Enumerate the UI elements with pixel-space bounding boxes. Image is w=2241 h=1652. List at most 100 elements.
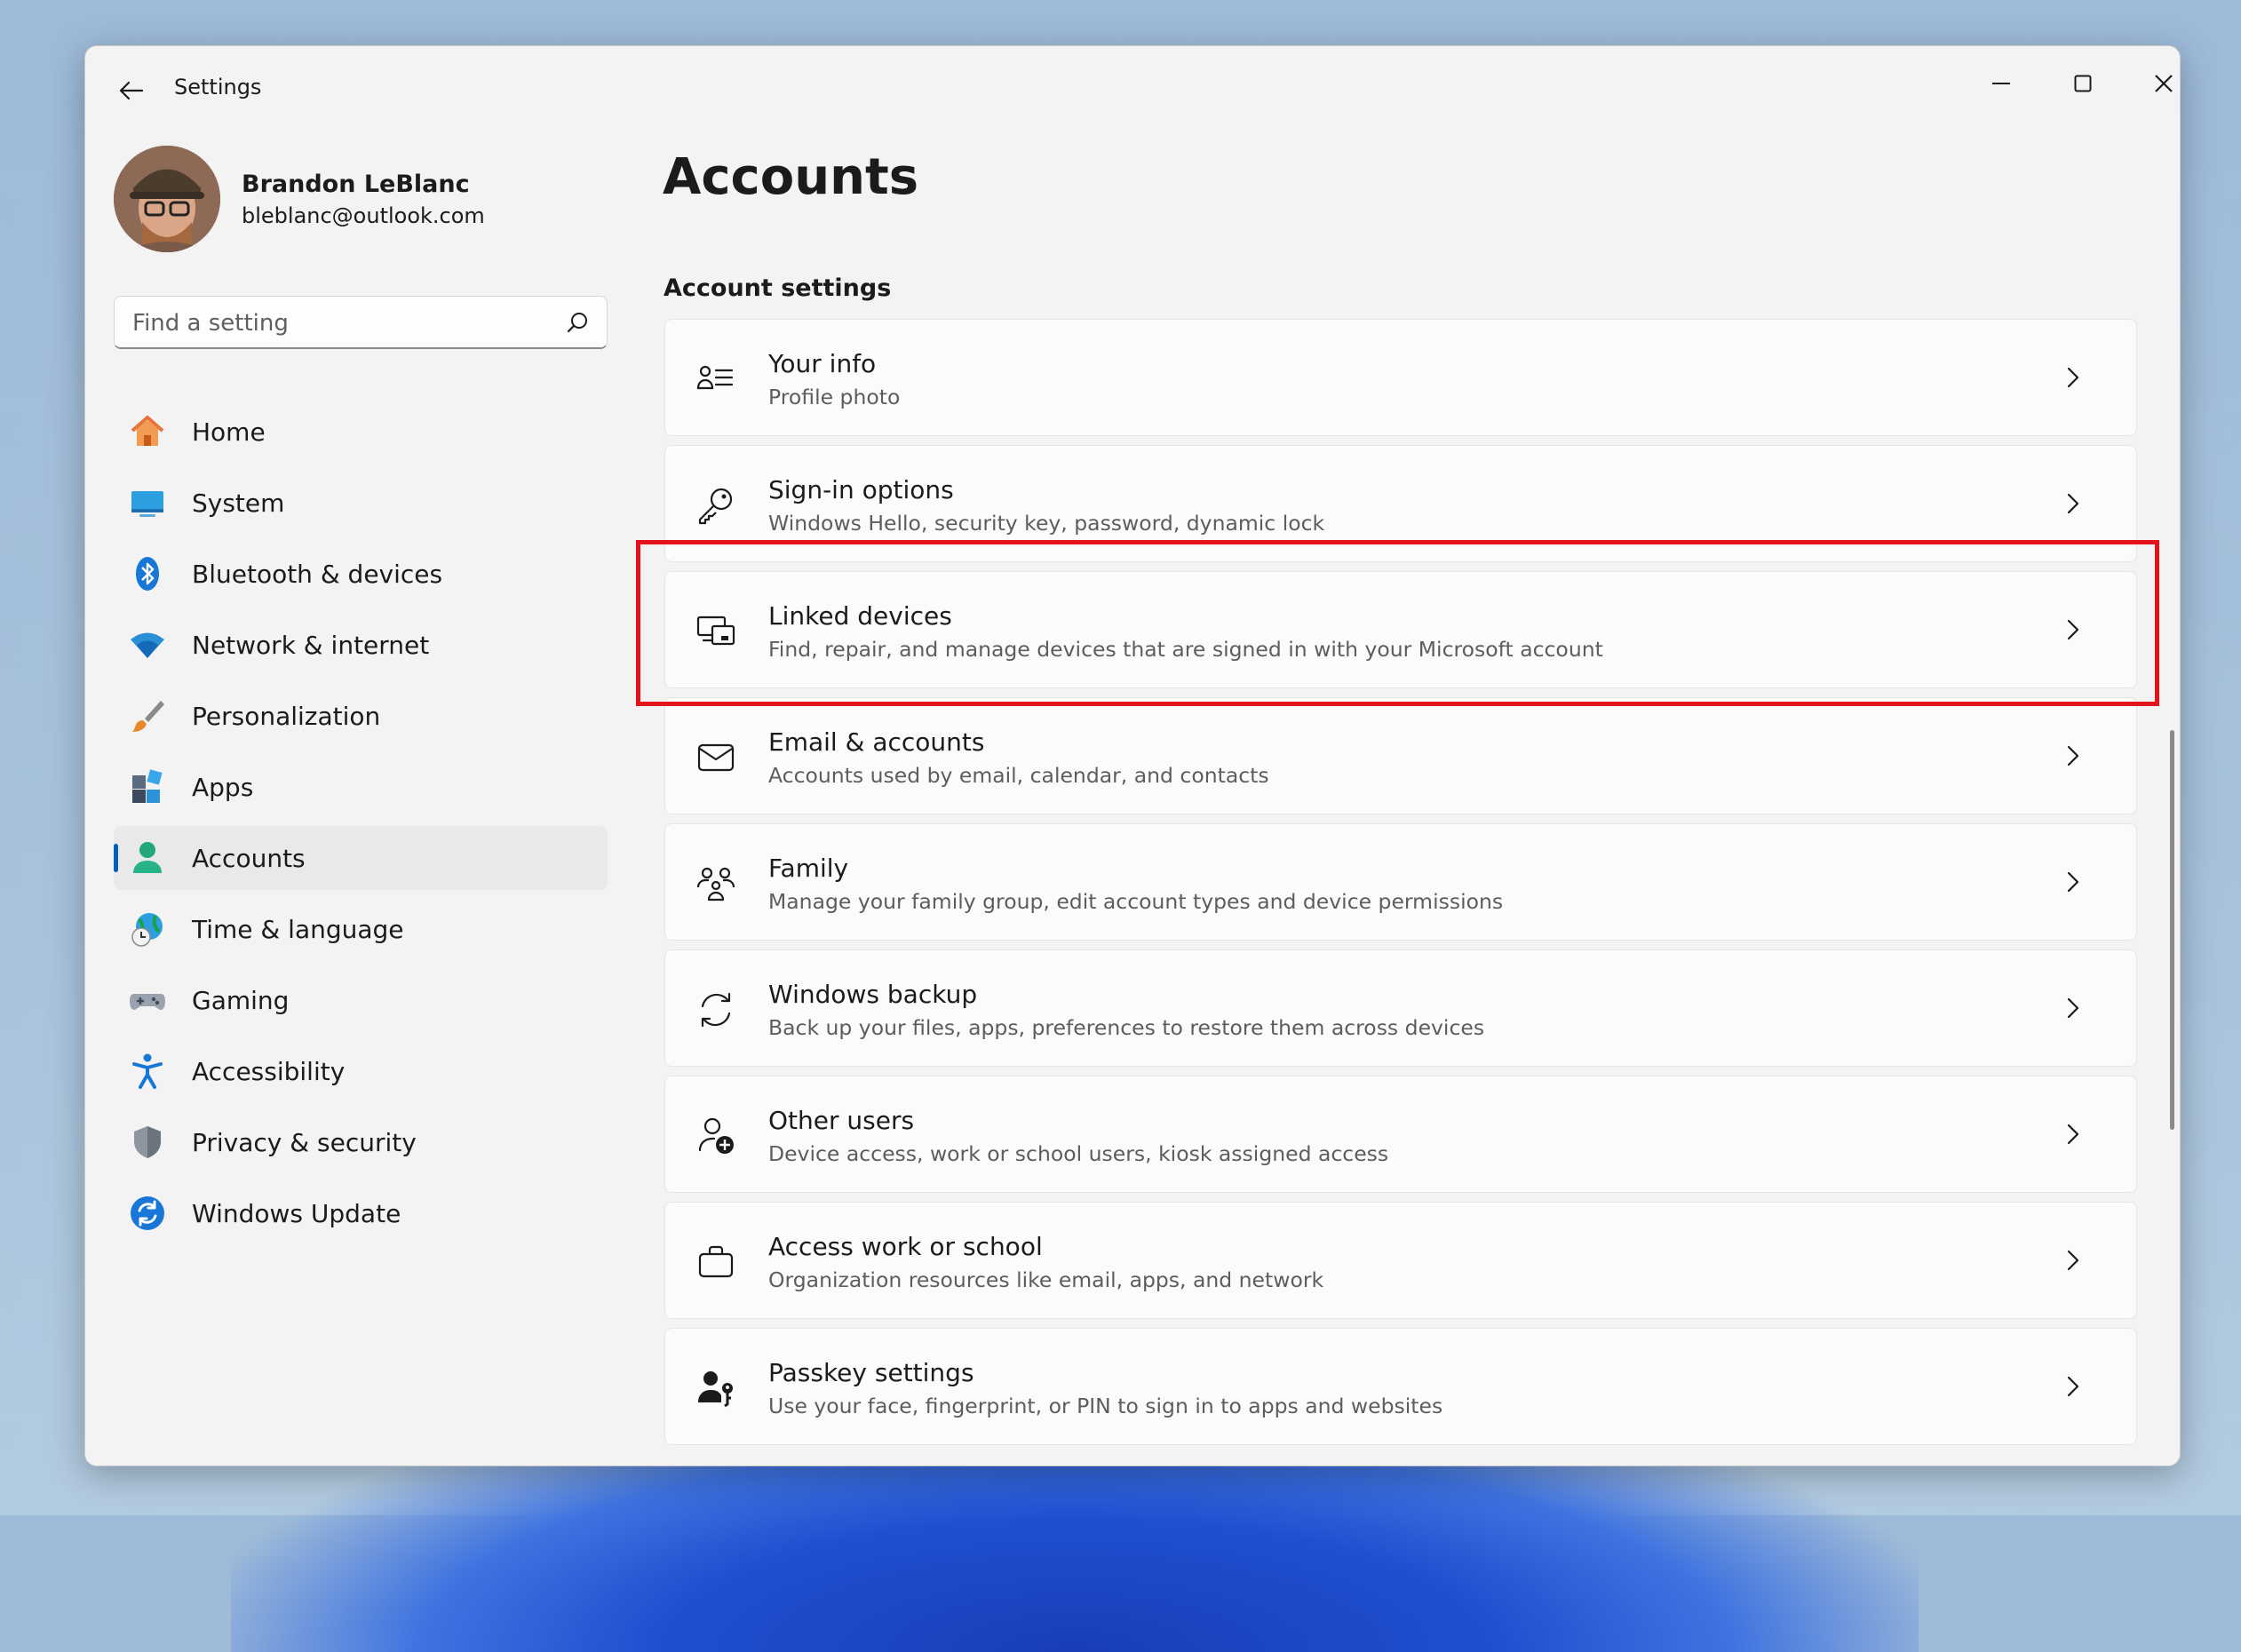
back-arrow-icon [119, 81, 144, 100]
card-your-info[interactable]: Your info Profile photo [664, 319, 2137, 436]
profile-name: Brandon LeBlanc [242, 171, 470, 198]
settings-window: Settings Brandon LeBlanc bleblanc@outloo… [84, 45, 2181, 1466]
sidebar-item-apps[interactable]: Apps [114, 755, 608, 819]
card-title: Your info [768, 349, 877, 378]
family-icon [695, 863, 736, 904]
card-other-users[interactable]: Other users Device access, work or schoo… [664, 1076, 2137, 1193]
close-button[interactable] [2138, 62, 2180, 105]
accessibility-icon [128, 1052, 167, 1091]
chevron-right-icon [2060, 743, 2086, 769]
section-title: Account settings [664, 274, 892, 302]
sidebar-item-label: Apps [192, 772, 254, 802]
chevron-right-icon [2060, 995, 2086, 1021]
card-title: Family [768, 854, 849, 883]
search-box [114, 296, 608, 349]
card-email-accounts[interactable]: Email & accounts Accounts used by email,… [664, 697, 2137, 814]
apps-icon [128, 767, 167, 806]
maximize-icon [2074, 75, 2092, 92]
card-subtitle: Windows Hello, security key, password, d… [768, 511, 1325, 536]
card-linked-devices[interactable]: Linked devices Find, repair, and manage … [664, 571, 2137, 688]
brush-icon [128, 696, 167, 735]
sync-icon [695, 989, 736, 1030]
sidebar-item-accessibility[interactable]: Accessibility [114, 1039, 608, 1103]
sidebar-item-label: Home [192, 417, 266, 447]
app-title: Settings [174, 75, 262, 99]
chevron-right-icon [2060, 1373, 2086, 1400]
home-icon [128, 412, 167, 451]
card-subtitle: Back up your files, apps, preferences to… [768, 1015, 1485, 1040]
chevron-right-icon [2060, 616, 2086, 643]
sidebar-item-personalization[interactable]: Personalization [114, 684, 608, 748]
accounts-icon [128, 838, 167, 878]
card-title: Email & accounts [768, 727, 985, 757]
card-title: Sign-in options [768, 475, 954, 504]
card-title: Passkey settings [768, 1358, 974, 1387]
sidebar-item-label: Privacy & security [192, 1127, 417, 1157]
card-family[interactable]: Family Manage your family group, edit ac… [664, 823, 2137, 941]
search-input[interactable] [131, 304, 552, 343]
sidebar-item-label: Personalization [192, 701, 381, 731]
close-icon [2154, 74, 2173, 93]
card-sign-in-options[interactable]: Sign-in options Windows Hello, security … [664, 445, 2137, 562]
profile-email: bleblanc@outlook.com [242, 203, 485, 228]
clock-globe-icon [128, 909, 167, 949]
sidebar-item-gaming[interactable]: Gaming [114, 968, 608, 1032]
sidebar-item-label: Accessibility [192, 1056, 346, 1086]
linked-devices-icon [695, 611, 736, 652]
chevron-right-icon [2060, 1247, 2086, 1274]
card-subtitle: Accounts used by email, calendar, and co… [768, 763, 1269, 788]
chevron-right-icon [2060, 490, 2086, 517]
minimize-icon [1992, 82, 2010, 85]
sidebar-item-label: Network & internet [192, 630, 430, 660]
sidebar-item-privacy[interactable]: Privacy & security [114, 1110, 608, 1174]
card-title: Windows backup [768, 980, 978, 1009]
settings-card-list: Your info Profile photo Sign-in options … [664, 319, 2137, 1454]
card-title: Linked devices [768, 601, 952, 631]
scrollbar-thumb[interactable] [2170, 730, 2174, 1130]
sidebar-nav: Home System Bluetooth & devices Network … [114, 400, 608, 1252]
sidebar-item-windows-update[interactable]: Windows Update [114, 1181, 608, 1245]
title-bar: Settings [85, 46, 2180, 131]
sidebar-item-label: Time & language [192, 914, 404, 944]
card-title: Access work or school [768, 1232, 1043, 1261]
chevron-right-icon [2060, 364, 2086, 391]
sidebar-item-time-language[interactable]: Time & language [114, 897, 608, 961]
sidebar-item-label: System [192, 488, 285, 518]
card-subtitle: Find, repair, and manage devices that ar… [768, 637, 1603, 662]
key-icon [695, 485, 736, 526]
minimize-button[interactable] [1975, 62, 2027, 105]
card-subtitle: Profile photo [768, 385, 901, 409]
wifi-icon [128, 625, 167, 664]
person-list-icon [695, 359, 736, 400]
card-subtitle: Manage your family group, edit account t… [768, 889, 1504, 914]
profile-avatar[interactable] [114, 146, 220, 252]
card-subtitle: Use your face, fingerprint, or PIN to si… [768, 1394, 1443, 1418]
sidebar-item-home[interactable]: Home [114, 400, 608, 464]
maximize-button[interactable] [2057, 62, 2109, 105]
card-subtitle: Organization resources like email, apps,… [768, 1267, 1324, 1292]
briefcase-icon [695, 1242, 736, 1283]
chevron-right-icon [2060, 1121, 2086, 1148]
mail-icon [695, 737, 736, 778]
sidebar-item-bluetooth[interactable]: Bluetooth & devices [114, 542, 608, 606]
sidebar-item-system[interactable]: System [114, 471, 608, 535]
card-subtitle: Device access, work or school users, kio… [768, 1141, 1389, 1166]
passkey-icon [695, 1368, 736, 1409]
page-title: Accounts [663, 148, 919, 206]
sidebar-item-label: Bluetooth & devices [192, 559, 443, 589]
back-button[interactable] [110, 73, 153, 108]
sidebar-item-label: Gaming [192, 985, 290, 1015]
card-passkey-settings[interactable]: Passkey settings Use your face, fingerpr… [664, 1328, 2137, 1445]
sidebar-item-label: Windows Update [192, 1198, 401, 1228]
sidebar-item-label: Accounts [192, 843, 306, 873]
chevron-right-icon [2060, 869, 2086, 895]
add-user-icon [695, 1116, 736, 1156]
card-access-work-school[interactable]: Access work or school Organization resou… [664, 1202, 2137, 1319]
search-icon[interactable] [566, 311, 589, 334]
shield-icon [128, 1123, 167, 1162]
sidebar-item-network[interactable]: Network & internet [114, 613, 608, 677]
update-icon [128, 1194, 167, 1233]
card-title: Other users [768, 1106, 915, 1135]
sidebar-item-accounts[interactable]: Accounts [114, 826, 608, 890]
card-windows-backup[interactable]: Windows backup Back up your files, apps,… [664, 949, 2137, 1067]
